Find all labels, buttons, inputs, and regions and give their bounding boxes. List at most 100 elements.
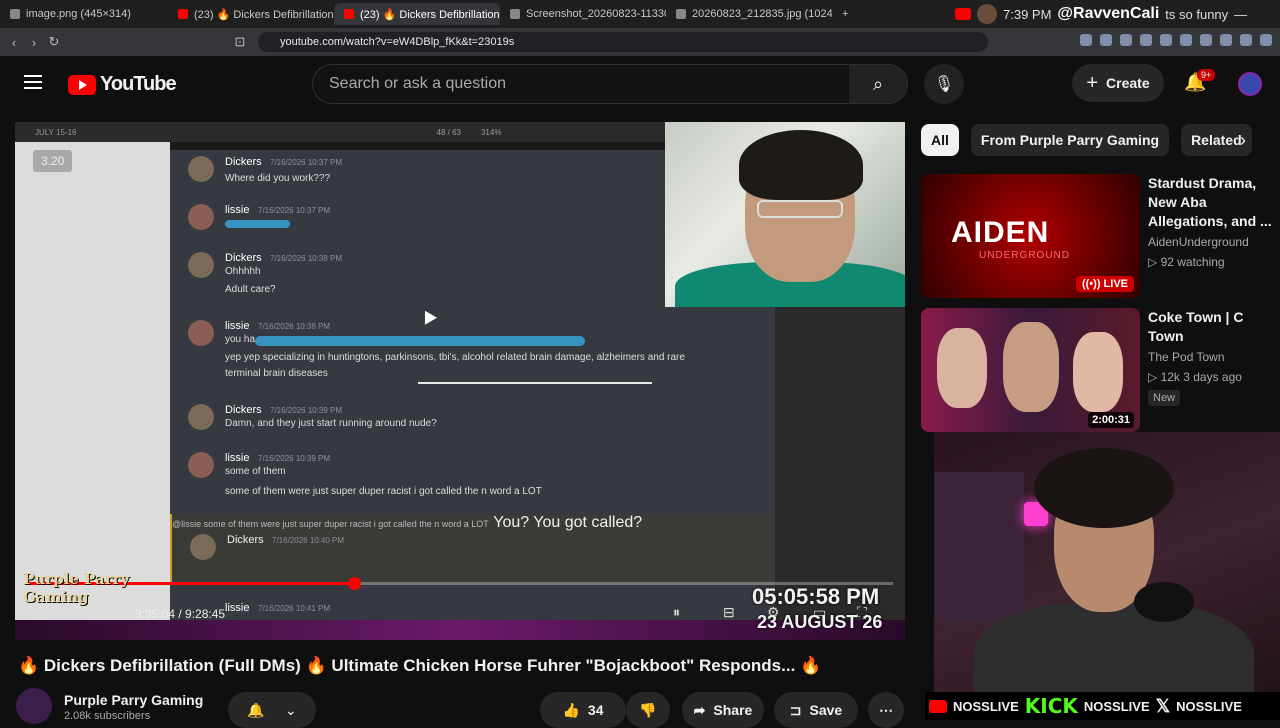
facecam-glasses — [757, 200, 843, 218]
overlay-message: ts so funny — [1165, 6, 1229, 22]
youtube-logo[interactable]: YouTube — [68, 73, 177, 96]
more-actions-button[interactable]: ⋯ — [868, 692, 904, 728]
message-text: Adult care? — [225, 284, 276, 295]
redaction-scribble — [255, 336, 585, 346]
message-author: Dickers — [225, 156, 262, 168]
stream-chat-overlay: 7:39 PM @RavvenCali ts so funny — — [955, 2, 1247, 26]
tab-label: Screenshot_20260823-113307_YouTu — [526, 8, 666, 20]
extension-icon[interactable] — [1140, 34, 1152, 46]
overlay-avatar — [977, 4, 997, 24]
message-text: You got called? — [533, 514, 643, 531]
address-bar[interactable]: youtube.com/watch?v=eW4DBlp_fKk&t=23019s — [258, 32, 988, 52]
live-badge: ((•)) LIVE — [1075, 276, 1134, 292]
hamburger-menu-icon[interactable] — [24, 75, 42, 89]
recommendation-title[interactable]: Stardust Drama, New Aba Allegations, and… — [1148, 174, 1273, 231]
extension-icon[interactable] — [1180, 34, 1192, 46]
share-button[interactable]: ➦ Share — [682, 692, 764, 728]
extensions-row — [1080, 34, 1272, 46]
avatar — [188, 404, 214, 430]
thumbs-down-icon: 👎 — [639, 701, 657, 718]
extension-icon[interactable] — [1220, 34, 1232, 46]
pdf-page-label: 3.20 — [33, 150, 73, 172]
extension-icon[interactable] — [1240, 34, 1252, 46]
chevron-down-icon: ⌄ — [284, 701, 297, 718]
subtitles-icon[interactable]: ⊟ — [723, 604, 735, 621]
youtube-icon — [929, 699, 947, 713]
logo-text: YouTube — [100, 73, 177, 95]
save-button[interactable]: ⊐ Save — [774, 692, 858, 728]
forward-icon[interactable]: › — [24, 35, 44, 50]
social-handle: NOSSLIVE — [1083, 698, 1150, 714]
dislike-button[interactable]: 👎 — [626, 692, 670, 728]
thumbnail-text: AIDEN — [951, 216, 1050, 249]
reply-message: @lissie some of them were just super dup… — [170, 514, 775, 584]
streamer-webcam — [934, 432, 1280, 720]
pause-icon[interactable]: ⏸ — [673, 604, 680, 621]
extension-icon[interactable] — [1120, 34, 1132, 46]
avatar — [188, 252, 214, 278]
avatar — [188, 156, 214, 182]
video-thumbnail[interactable]: AIDEN UNDERGROUND ((•)) LIVE — [921, 174, 1140, 298]
recommendation-channel[interactable]: The Pod Town — [1148, 350, 1273, 364]
channel-name[interactable]: Purple Parry Gaming — [64, 692, 203, 708]
extension-icon[interactable] — [1160, 34, 1172, 46]
bookmark-icon: ⊐ — [789, 701, 802, 718]
chip-all[interactable]: All — [921, 124, 959, 156]
create-button[interactable]: + Create — [1072, 64, 1164, 102]
avatar — [190, 534, 216, 560]
video-player[interactable]: JULY 15-16 48 / 63 314% 3.20 Dickers 7/1… — [15, 122, 905, 640]
voice-search-icon[interactable]: 🎙 — [924, 64, 964, 104]
like-button[interactable]: 👍 34 — [540, 692, 626, 728]
video-thumbnail[interactable]: 2:00:31 — [921, 308, 1140, 432]
message-author: lissie — [225, 204, 250, 216]
browser-tab[interactable]: image.png (445×314) — [0, 3, 168, 25]
back-icon[interactable]: ‹ — [4, 35, 24, 50]
url-text: youtube.com/watch?v=eW4DBlp_fKk&t=23019s — [280, 36, 515, 48]
extension-icon[interactable] — [1080, 34, 1092, 46]
chevron-right-icon[interactable]: › — [1240, 130, 1246, 151]
browser-tab[interactable]: Screenshot_20260823-113307_YouTu — [500, 3, 666, 25]
new-tab-button[interactable]: + — [832, 3, 862, 25]
bookmark-icon[interactable]: ⊡ — [230, 34, 250, 50]
channel-brand-logo: Purple Parry Gaming — [23, 570, 130, 606]
avatar — [188, 204, 214, 230]
thumbnail-person — [1003, 322, 1059, 412]
new-tab-label: + — [842, 8, 849, 20]
browser-tab[interactable]: (23) 🔥 Dickers Defibrillation (Full DM — [168, 3, 334, 25]
search-icon[interactable]: ⌕ — [849, 65, 907, 103]
message-timestamp: 7/16/2026 10:39 PM — [270, 406, 343, 415]
channel-avatar[interactable] — [16, 688, 52, 724]
notification-count-badge: 9+ — [1197, 69, 1216, 81]
tab-label: (23) 🔥 Dickers Defibrillation (Full DM — [194, 8, 334, 21]
filter-chips: All From Purple Parry Gaming Related — [921, 124, 1252, 156]
search-box[interactable]: Search or ask a question ⌕ — [312, 64, 908, 104]
search-input[interactable]: Search or ask a question — [313, 75, 849, 93]
extension-icon[interactable] — [1260, 34, 1272, 46]
browser-tab-active[interactable]: (23) 🔥 Dickers Defibrillation (Fu✕ — [334, 3, 500, 25]
more-icon: ⋯ — [879, 701, 893, 718]
recommendation-views: ▷ 12k 3 days ago — [1148, 370, 1242, 384]
reload-icon[interactable]: ↻ — [44, 34, 64, 50]
extension-icon[interactable] — [1200, 34, 1212, 46]
thumbs-up-icon: 👍 — [562, 701, 580, 718]
browser-tab[interactable]: 20260823_212835.jpg (1024×758) — [666, 3, 832, 25]
avatar — [188, 452, 214, 478]
user-avatar[interactable] — [1238, 72, 1262, 96]
extension-icon[interactable] — [1100, 34, 1112, 46]
recommendation-channel[interactable]: AidenUnderground — [1148, 235, 1273, 249]
recommendation-item[interactable]: AIDEN UNDERGROUND ((•)) LIVE Stardust Dr… — [921, 174, 1273, 298]
facecam-hair — [739, 130, 863, 200]
image-file-icon — [10, 9, 20, 19]
message-text: some of them — [225, 466, 286, 477]
recommendation-item[interactable]: 2:00:31 Coke Town | C Town The Pod Town … — [921, 308, 1271, 432]
message-timestamp: 7/16/2026 10:41 PM — [258, 604, 331, 613]
recommendation-title[interactable]: Coke Town | C Town — [1148, 308, 1273, 346]
stream-date: 23 AUGUST 26 — [757, 612, 883, 632]
youtube-header: YouTube Search or ask a question ⌕ 🎙 + Cr… — [0, 56, 1280, 112]
chip-from-channel[interactable]: From Purple Parry Gaming — [970, 124, 1170, 156]
share-label: Share — [713, 702, 753, 718]
subscription-bell-button[interactable]: 🔔 ⌄ — [228, 692, 316, 728]
pdf-sidebar: 3.20 — [15, 142, 170, 640]
overlay-time: 7:39 PM — [1003, 6, 1052, 22]
duration-badge: 2:00:31 — [1088, 412, 1134, 428]
